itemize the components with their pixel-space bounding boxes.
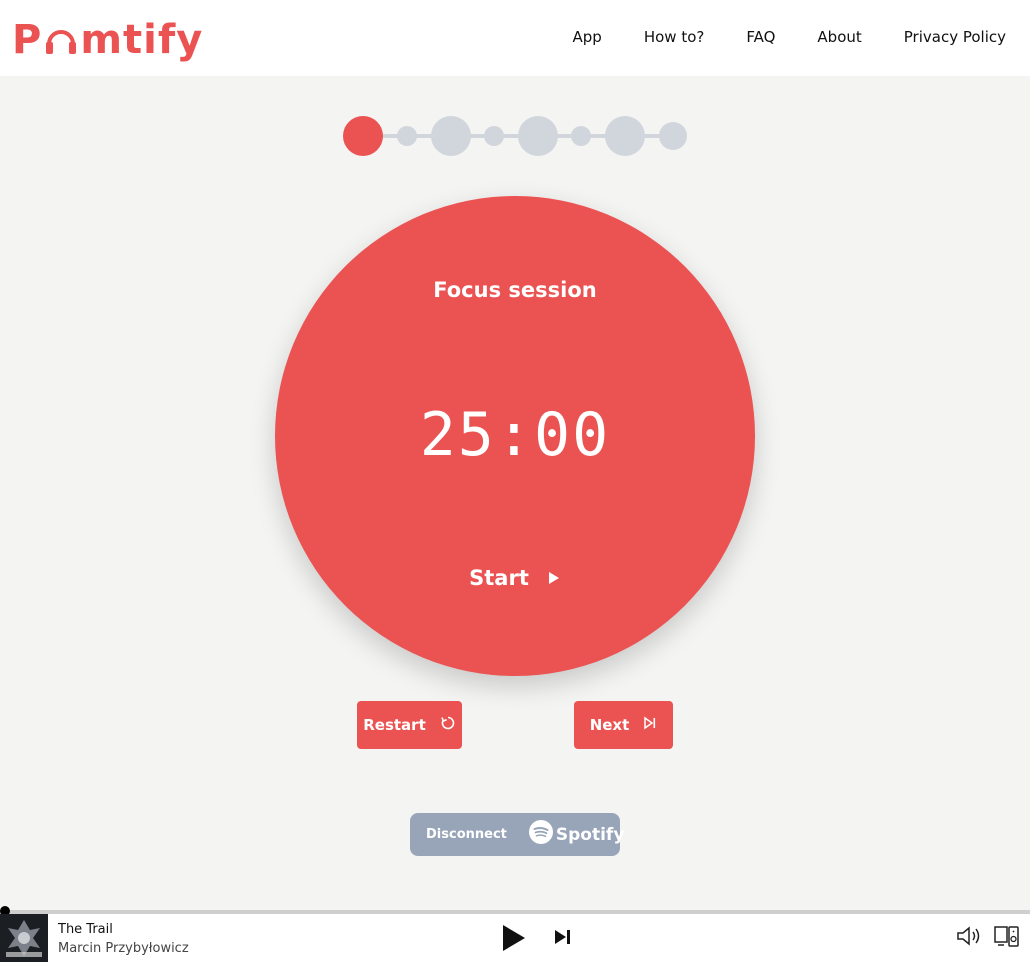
session-progress [343,116,687,156]
restart-label: Restart [363,716,426,734]
play-icon [547,566,561,590]
progress-dot [605,116,645,156]
timer-circle: Focus session 25:00 Start [275,196,755,676]
restart-button[interactable]: Restart [357,701,462,749]
header: P mtify App How to? FAQ About Privacy Po… [0,0,1030,76]
spotify-icon [528,820,553,849]
spotify-brand: Spotify [555,824,625,845]
progress-dot [571,126,591,146]
progress-dot [484,126,504,146]
skip-next-icon [643,716,657,734]
track-artist: Marcin Przybyłowicz [58,941,189,956]
nav-about[interactable]: About [817,28,861,46]
session-label: Focus session [433,278,597,302]
volume-icon[interactable] [956,924,984,952]
progress-dot [659,122,687,150]
witcher-album-art-icon [0,914,48,962]
timer-display: 25:00 [419,400,611,470]
start-button[interactable]: Start [275,566,755,590]
player-next-icon[interactable] [554,929,572,949]
logo-text-right: mtify [80,17,204,63]
spotify-logo: Spotify [528,820,625,849]
restart-icon [440,715,456,735]
headphones-icon [43,22,79,58]
next-label: Next [589,716,630,734]
progress-dot [431,116,471,156]
logo-text-left: P [12,17,43,63]
player-play-icon[interactable] [500,923,528,957]
next-button[interactable]: Next [574,701,673,749]
progress-dot [397,126,417,146]
main-nav: App How to? FAQ About Privacy Policy [573,28,1006,46]
nav-how-to[interactable]: How to? [644,28,705,46]
start-label: Start [469,566,529,590]
progress-dot [343,116,383,156]
spotify-disconnect-button[interactable]: Disconnect Spotify [410,813,624,856]
disconnect-label: Disconnect [426,827,507,842]
nav-faq[interactable]: FAQ [746,28,775,46]
progress-dot [518,116,558,156]
music-player: The Trail Marcin Przybyłowicz [0,906,1030,962]
connect-device-icon[interactable] [993,924,1021,952]
nav-privacy-policy[interactable]: Privacy Policy [904,28,1006,46]
track-title: The Trail [58,922,113,937]
logo[interactable]: P mtify [12,12,203,68]
nav-app[interactable]: App [573,28,602,46]
